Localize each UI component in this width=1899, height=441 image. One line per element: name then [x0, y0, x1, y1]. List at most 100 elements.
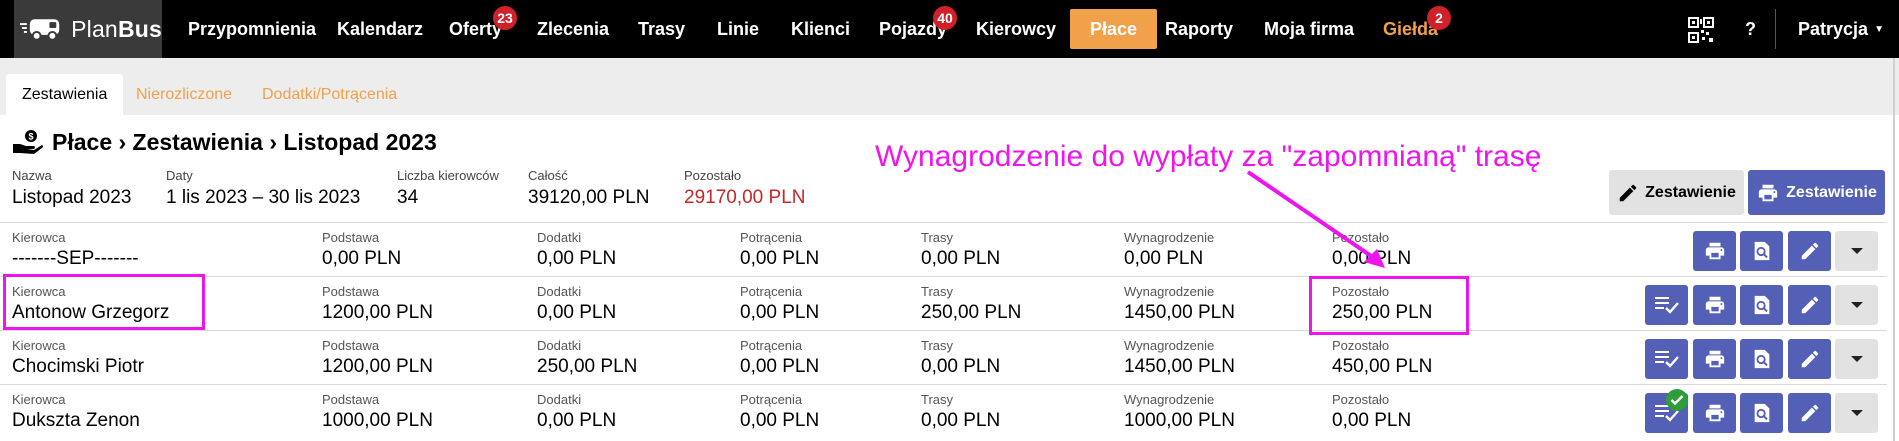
cell-label: Trasy: [921, 230, 954, 245]
svg-text:$: $: [28, 132, 33, 142]
preview-button[interactable]: [1740, 231, 1783, 271]
print-statement-button[interactable]: Zestawienie: [1748, 170, 1885, 215]
cell-value: 0,00 PLN: [537, 302, 617, 323]
cell-label: Podstawa: [322, 284, 380, 299]
nav-place[interactable]: Płace: [1070, 9, 1158, 49]
cell-value: 0,00 PLN: [1332, 248, 1412, 269]
summary-nazwa: Nazwa Listopad 2023: [12, 168, 132, 208]
cell-dodatki: Dodatki 0,00 PLN: [537, 284, 616, 325]
caret-down-icon: ▼: [1874, 23, 1884, 35]
pencil-icon: [1619, 184, 1637, 201]
oferty-count-badge: 23: [493, 6, 517, 30]
summary-liczba-kierowcow: Liczba kierowców 34: [397, 168, 499, 208]
preview-button[interactable]: [1740, 393, 1783, 433]
more-options-button[interactable]: [1835, 231, 1878, 271]
page-title: Płace › Zestawienia › Listopad 2023: [52, 128, 437, 155]
cell-label: Trasy: [921, 284, 954, 299]
edit-statement-button[interactable]: Zestawienie: [1609, 170, 1744, 215]
search-document-icon: [1751, 294, 1773, 316]
cell-value: 1450,00 PLN: [1124, 302, 1235, 323]
settle-button[interactable]: [1645, 339, 1688, 379]
print-button[interactable]: [1693, 339, 1736, 379]
brand-name: PlanBus: [71, 15, 162, 42]
cell-label: Kierowca: [12, 230, 66, 245]
table-row: Kierowca -------SEP------- Podstawa 0,00 PL…: [0, 222, 1887, 276]
cell-potrcenia: Potrącenia 0,00 PLN: [740, 230, 819, 271]
nav-trasy[interactable]: Trasy: [638, 0, 685, 58]
brand[interactable]: PlanBus: [14, 0, 162, 58]
pencil-icon: [1799, 240, 1821, 262]
cell-kierowca: Kierowca Chocimski Piotr: [12, 338, 144, 379]
highlight-driver-name: [3, 274, 205, 330]
settle-button[interactable]: [1645, 389, 1688, 433]
cell-value: 0,00 PLN: [740, 302, 820, 323]
more-options-button[interactable]: [1835, 393, 1878, 433]
cell-wynagrodzenie: Wynagrodzenie 1450,00 PLN: [1124, 338, 1235, 379]
cell-value: 0,00 PLN: [1124, 248, 1204, 269]
settle-list-icon: [1654, 348, 1680, 370]
print-button[interactable]: [1693, 285, 1736, 325]
chevron-down-icon: [1850, 354, 1864, 364]
cell-potrcenia: Potrącenia 0,00 PLN: [740, 284, 819, 325]
tab-nierozliczone[interactable]: Nierozliczone: [136, 74, 232, 115]
printer-icon: [1703, 348, 1727, 370]
edit-button[interactable]: [1788, 393, 1831, 433]
cell-value: 0,00 PLN: [322, 248, 402, 269]
summary-daty: Daty 1 lis 2023 – 30 lis 2023: [166, 168, 361, 208]
print-button[interactable]: [1693, 231, 1736, 271]
table-row: Kierowca Antonow Grzegorz Podstawa 1200,00 …: [0, 276, 1887, 330]
cell-value: 1000,00 PLN: [322, 410, 433, 431]
nav-kalendarz[interactable]: Kalendarz: [337, 0, 423, 58]
cell-label: Dodatki: [537, 392, 582, 407]
cell-trasy: Trasy 0,00 PLN: [921, 392, 1000, 433]
tab-zestawienia[interactable]: Zestawienia: [6, 74, 124, 115]
more-options-button[interactable]: [1835, 285, 1878, 325]
edit-button[interactable]: [1788, 231, 1831, 271]
cell-label: Podstawa: [322, 392, 380, 407]
cell-wynagrodzenie: Wynagrodzenie 1000,00 PLN: [1124, 392, 1235, 433]
nav-klienci[interactable]: Klienci: [791, 0, 850, 58]
cell-label: Trasy: [921, 338, 954, 353]
nav-kierowcy[interactable]: Kierowcy: [976, 0, 1056, 58]
edit-button[interactable]: [1788, 285, 1831, 325]
gielda-count-badge: 2: [1427, 6, 1451, 30]
cell-podstawa: Podstawa 1200,00 PLN: [322, 338, 433, 379]
scrollbar-track[interactable]: [1893, 58, 1895, 441]
navbar-divider: [1775, 9, 1776, 49]
edit-button[interactable]: [1788, 339, 1831, 379]
cell-value: 1000,00 PLN: [1124, 410, 1235, 431]
printer-icon: [1703, 240, 1727, 262]
nav-linie[interactable]: Linie: [717, 0, 759, 58]
cell-label: Dodatki: [537, 230, 582, 245]
more-options-button[interactable]: [1835, 339, 1878, 379]
cell-value: 450,00 PLN: [1332, 356, 1433, 377]
nav-zlecenia[interactable]: Zlecenia: [537, 0, 609, 58]
cell-label: Potrącenia: [740, 230, 803, 245]
cell-value: 0,00 PLN: [537, 410, 617, 431]
cell-pozostao: Pozostało 0,00 PLN: [1332, 392, 1411, 433]
cell-podstawa: Podstawa 0,00 PLN: [322, 230, 401, 271]
cell-value: 250,00 PLN: [537, 356, 638, 377]
user-menu[interactable]: Patrycja ▼: [1798, 0, 1884, 58]
preview-button[interactable]: [1740, 285, 1783, 325]
nav-przypomnienia[interactable]: Przypomnienia: [188, 0, 316, 58]
search-document-icon: [1751, 240, 1773, 262]
settle-button[interactable]: [1645, 285, 1688, 325]
printer-icon: [1703, 294, 1727, 316]
tab-dodatki-potracenia[interactable]: Dodatki/Potrącenia: [262, 74, 397, 115]
qr-code-icon[interactable]: [1688, 17, 1714, 43]
cell-value: 0,00 PLN: [740, 356, 820, 377]
print-button[interactable]: [1693, 393, 1736, 433]
nav-moja-firma[interactable]: Moja firma: [1264, 0, 1354, 58]
cell-potrcenia: Potrącenia 0,00 PLN: [740, 392, 819, 433]
chevron-down-icon: [1850, 408, 1864, 418]
nav-oferty[interactable]: Oferty: [449, 0, 502, 58]
page-header: $ Płace › Zestawienia › Listopad 2023: [12, 126, 437, 158]
cell-value: 0,00 PLN: [740, 248, 820, 269]
preview-button[interactable]: [1740, 339, 1783, 379]
cell-value: 0,00 PLN: [921, 356, 1001, 377]
cell-trasy: Trasy 0,00 PLN: [921, 338, 1000, 379]
settle-list-icon: [1654, 294, 1680, 316]
help-button[interactable]: ?: [1745, 0, 1756, 58]
nav-raporty[interactable]: Raporty: [1165, 0, 1233, 58]
